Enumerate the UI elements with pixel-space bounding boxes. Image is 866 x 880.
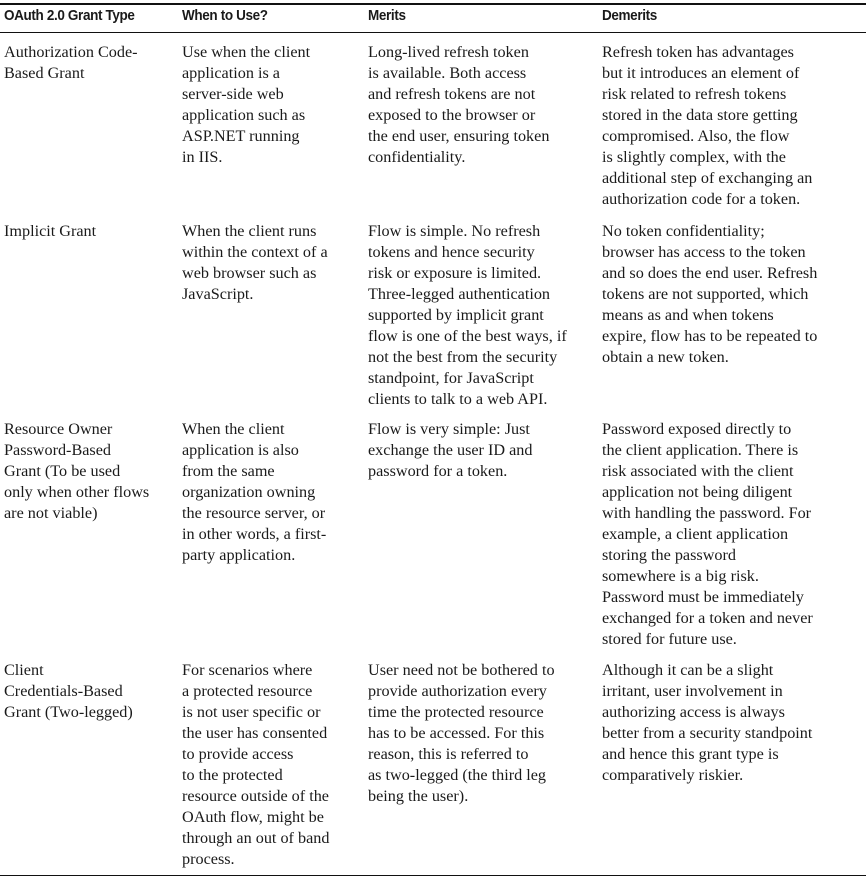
header-rule: [0, 32, 866, 33]
grant-type-cell: Implicit Grant: [4, 222, 97, 240]
header-when-to-use: When to Use?: [182, 7, 268, 24]
header-demerits: Demerits: [602, 7, 657, 24]
demerits-cell: Refresh token has advantages but it intr…: [602, 43, 813, 208]
when-to-use-cell: Use when the client application is a ser…: [182, 43, 311, 166]
merits-cell: User need not be bothered to provide aut…: [368, 661, 555, 805]
top-rule: [0, 3, 866, 5]
demerits-cell: Password exposed directly to the client …: [602, 420, 813, 648]
grant-type-cell: Client Credentials-Based Grant (Two-legg…: [4, 661, 133, 721]
merits-cell: Flow is very simple: Just exchange the u…: [368, 420, 533, 480]
demerits-cell: Although it can be a slight irritant, us…: [602, 661, 813, 784]
when-to-use-cell: For scenarios where a protected resource…: [182, 661, 330, 868]
demerits-cell: No token confidentiality; browser has ac…: [602, 222, 818, 366]
header-grant-type: OAuth 2.0 Grant Type: [4, 7, 135, 24]
when-to-use-cell: When the client runs within the context …: [182, 222, 328, 303]
grant-type-cell: Resource Owner Password-Based Grant (To …: [4, 420, 150, 522]
header-merits: Merits: [368, 7, 406, 24]
grant-type-cell: Authorization Code- Based Grant: [4, 43, 138, 82]
bottom-rule: [0, 875, 866, 876]
merits-cell: Long-lived refresh token is available. B…: [368, 43, 550, 166]
merits-cell: Flow is simple. No refresh tokens and he…: [368, 222, 567, 408]
when-to-use-cell: When the client application is also from…: [182, 420, 327, 564]
